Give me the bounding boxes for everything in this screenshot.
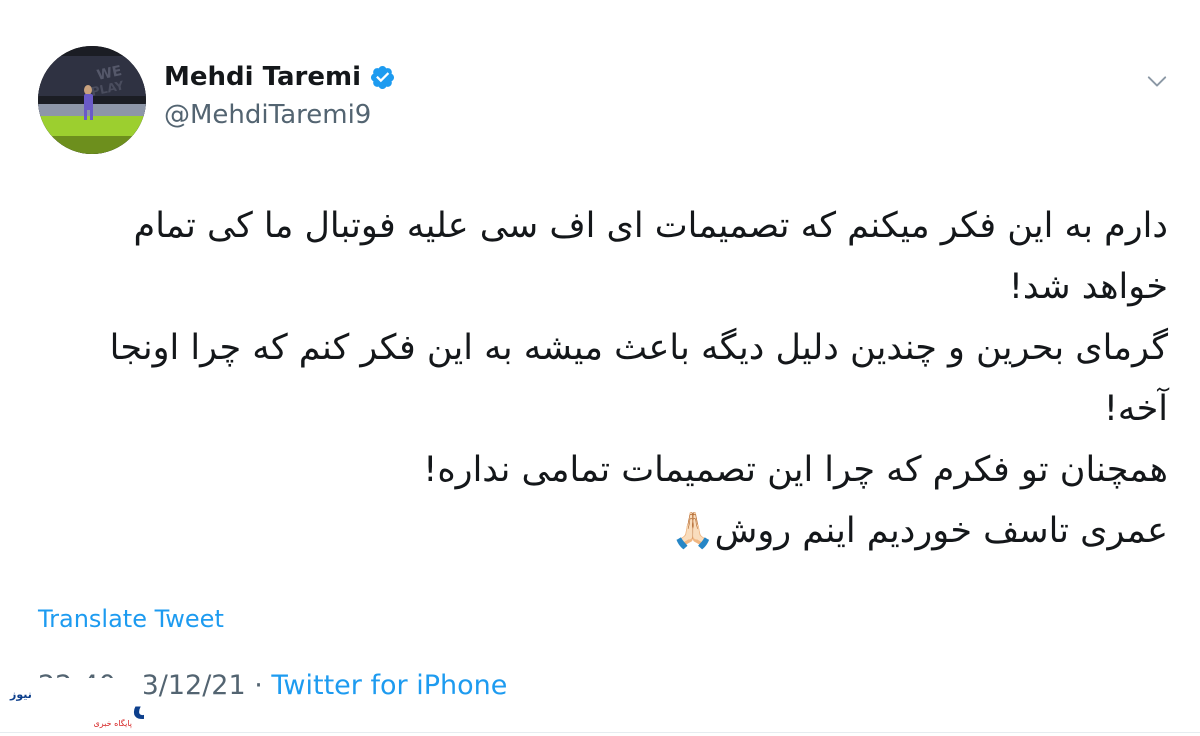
translate-tweet-link[interactable]: Translate Tweet <box>38 605 224 633</box>
handle[interactable]: @MehdiTaremi9 <box>164 100 396 130</box>
tweet-line: گرمای بحرین و چندین دلیل دیگه باعث میشه … <box>109 328 1168 368</box>
name-row: Mehdi Taremi <box>164 62 396 92</box>
display-name[interactable]: Mehdi Taremi <box>164 62 361 92</box>
tweet-line: آخه! <box>1103 389 1168 429</box>
watermark-tag: نیوز <box>9 688 32 701</box>
tweet-line: همچنان تو فکرم که چرا این تصمیمات تمامی … <box>423 450 1168 490</box>
tweet-text: دارم به این فکر میکنم که تصمیمات ای اف س… <box>30 196 1168 562</box>
tweet-line: دارم به این فکر میکنم که تصمیمات ای اف س… <box>133 206 1168 246</box>
watermark-text: کسترش <box>132 685 144 720</box>
tweet-line: خواهد شد! <box>1008 267 1168 307</box>
divider <box>0 732 1200 733</box>
tweet-date[interactable]: 3/12/21 <box>142 670 246 701</box>
tweet-line: عمری تاسف خوردیم اینم روش🙏🏻 <box>671 511 1168 551</box>
tweet-source-link[interactable]: Twitter for iPhone <box>271 670 507 701</box>
verified-badge-icon <box>370 65 395 89</box>
watermark-subtitle: پایگاه خبری <box>93 718 132 728</box>
avatar[interactable]: WE PLAY <box>38 46 146 154</box>
author-info: Mehdi Taremi @MehdiTaremi9 <box>164 62 396 130</box>
tweet-card: WE PLAY Mehdi Taremi @MehdiTaremi9 دارم … <box>0 0 1200 736</box>
watermark-logo: کسترش نیوز پایگاه خبری <box>4 678 144 732</box>
meta-separator: · <box>245 670 272 701</box>
chevron-down-icon[interactable] <box>1146 70 1168 92</box>
avatar-image: WE PLAY <box>38 46 146 154</box>
